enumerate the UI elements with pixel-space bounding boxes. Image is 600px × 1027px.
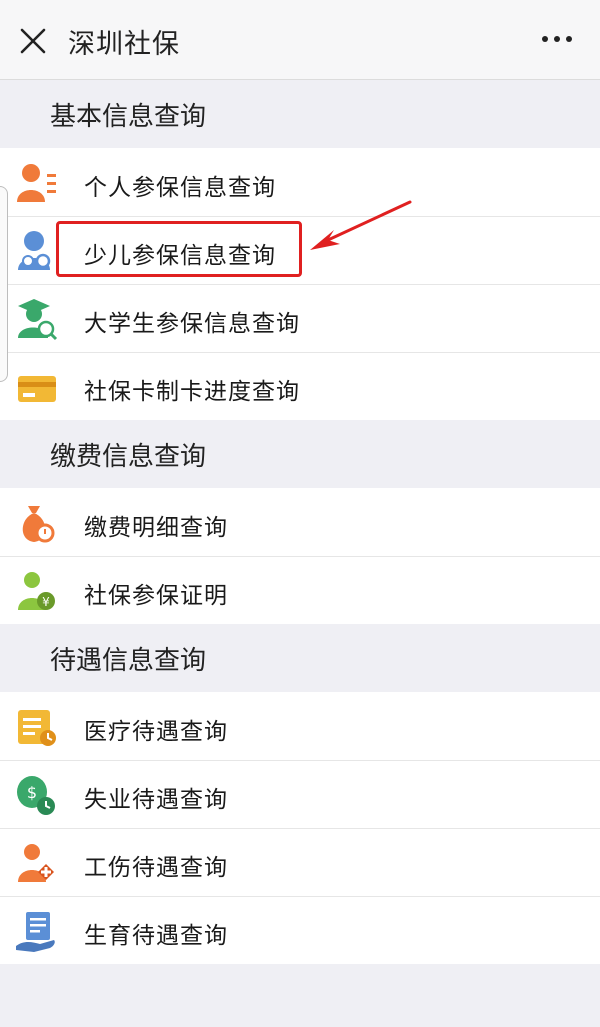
injury-icon (14, 840, 60, 886)
more-dots-icon[interactable] (542, 36, 572, 42)
benefits-info-list: 医疗待遇查询 $ 失业待遇查询 工伤待遇查询 生育待遇查询 (0, 692, 600, 964)
list-item-label: 个人参保信息查询 (84, 175, 276, 201)
section-header-benefits: 待遇信息查询 (0, 624, 600, 692)
svg-text:¥: ¥ (42, 595, 50, 609)
svg-text:$: $ (27, 783, 37, 802)
graduate-icon (14, 296, 60, 342)
calendar-clock-icon (14, 704, 60, 750)
basic-info-list: 个人参保信息查询 少儿参保信息查询 大学生参保信息查询 社保卡制卡进度查询 (0, 148, 600, 420)
page-title: 深圳社保 (68, 29, 180, 60)
list-item-maternity-benefits[interactable]: 生育待遇查询 (0, 896, 600, 964)
list-item-label: 医疗待遇查询 (84, 719, 228, 745)
list-item-insurance-certificate[interactable]: ¥ 社保参保证明 (0, 556, 600, 624)
list-item-label: 生育待遇查询 (84, 923, 228, 949)
red-arrow-icon (300, 198, 415, 262)
card-icon (14, 364, 60, 410)
person-info-icon (14, 160, 60, 206)
money-bag-icon (14, 500, 60, 546)
title-bar: 深圳社保 (0, 0, 600, 80)
child-insurance-icon (14, 228, 60, 274)
list-item-injury-benefits[interactable]: 工伤待遇查询 (0, 828, 600, 896)
section-header-payment: 缴费信息查询 (0, 420, 600, 488)
highlight-box (56, 221, 302, 277)
list-item-card-progress[interactable]: 社保卡制卡进度查询 (0, 352, 600, 420)
list-item-medical-benefits[interactable]: 医疗待遇查询 (0, 692, 600, 760)
payment-info-list: 缴费明细查询 ¥ 社保参保证明 (0, 488, 600, 624)
list-item-student-insurance[interactable]: 大学生参保信息查询 (0, 284, 600, 352)
list-item-label: 失业待遇查询 (84, 787, 228, 813)
list-item-payment-details[interactable]: 缴费明细查询 (0, 488, 600, 556)
close-icon[interactable] (18, 26, 48, 56)
certificate-person-icon: ¥ (14, 568, 60, 614)
list-item-label: 缴费明细查询 (84, 515, 228, 541)
section-header-basic: 基本信息查询 (0, 80, 600, 148)
coin-clock-icon: $ (14, 772, 60, 818)
list-item-label: 大学生参保信息查询 (84, 311, 300, 337)
list-item-label: 社保卡制卡进度查询 (84, 379, 300, 405)
list-item-unemployment-benefits[interactable]: $ 失业待遇查询 (0, 760, 600, 828)
list-item-label: 工伤待遇查询 (84, 855, 228, 881)
side-scroll-handle[interactable] (0, 186, 8, 382)
list-item-label: 社保参保证明 (84, 583, 228, 609)
document-hand-icon (14, 908, 60, 954)
